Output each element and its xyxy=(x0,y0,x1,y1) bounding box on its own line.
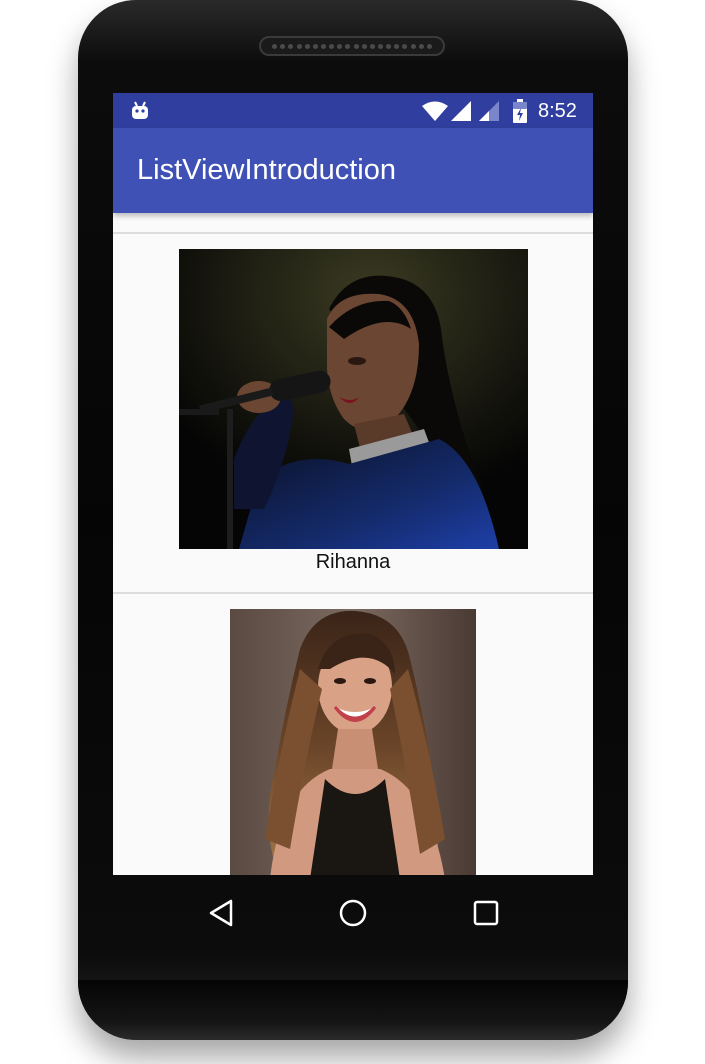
device-screen: 8:52 ListViewIntroduction Rihanna xyxy=(113,93,593,875)
status-bar: 8:52 xyxy=(113,93,593,128)
rihanna-photo xyxy=(179,249,528,549)
signal-empty-icon xyxy=(479,101,499,121)
list-item-selena[interactable] xyxy=(113,594,593,875)
battery-icon xyxy=(513,99,527,123)
home-icon xyxy=(339,899,367,927)
phone-bottom xyxy=(78,980,628,1040)
rihanna-photo-art xyxy=(179,249,528,549)
list-item-caption: Rihanna xyxy=(315,551,391,573)
back-button[interactable] xyxy=(203,895,239,931)
recents-icon xyxy=(473,900,499,926)
home-button[interactable] xyxy=(335,895,371,931)
earpiece-speaker xyxy=(259,36,445,56)
recents-button[interactable] xyxy=(468,895,504,931)
status-time: 8:52 xyxy=(538,100,577,122)
app-title: ListViewIntroduction xyxy=(137,154,397,186)
android-icon xyxy=(132,101,148,119)
list-item-rihanna[interactable]: Rihanna xyxy=(113,234,593,592)
navigation-bar xyxy=(113,875,593,947)
wifi-icon xyxy=(422,101,448,121)
selena-photo xyxy=(230,609,476,875)
selena-photo-art xyxy=(230,609,476,875)
app-toolbar: ListViewIntroduction xyxy=(113,128,593,213)
signal-icon xyxy=(451,101,471,121)
back-icon xyxy=(209,899,233,927)
